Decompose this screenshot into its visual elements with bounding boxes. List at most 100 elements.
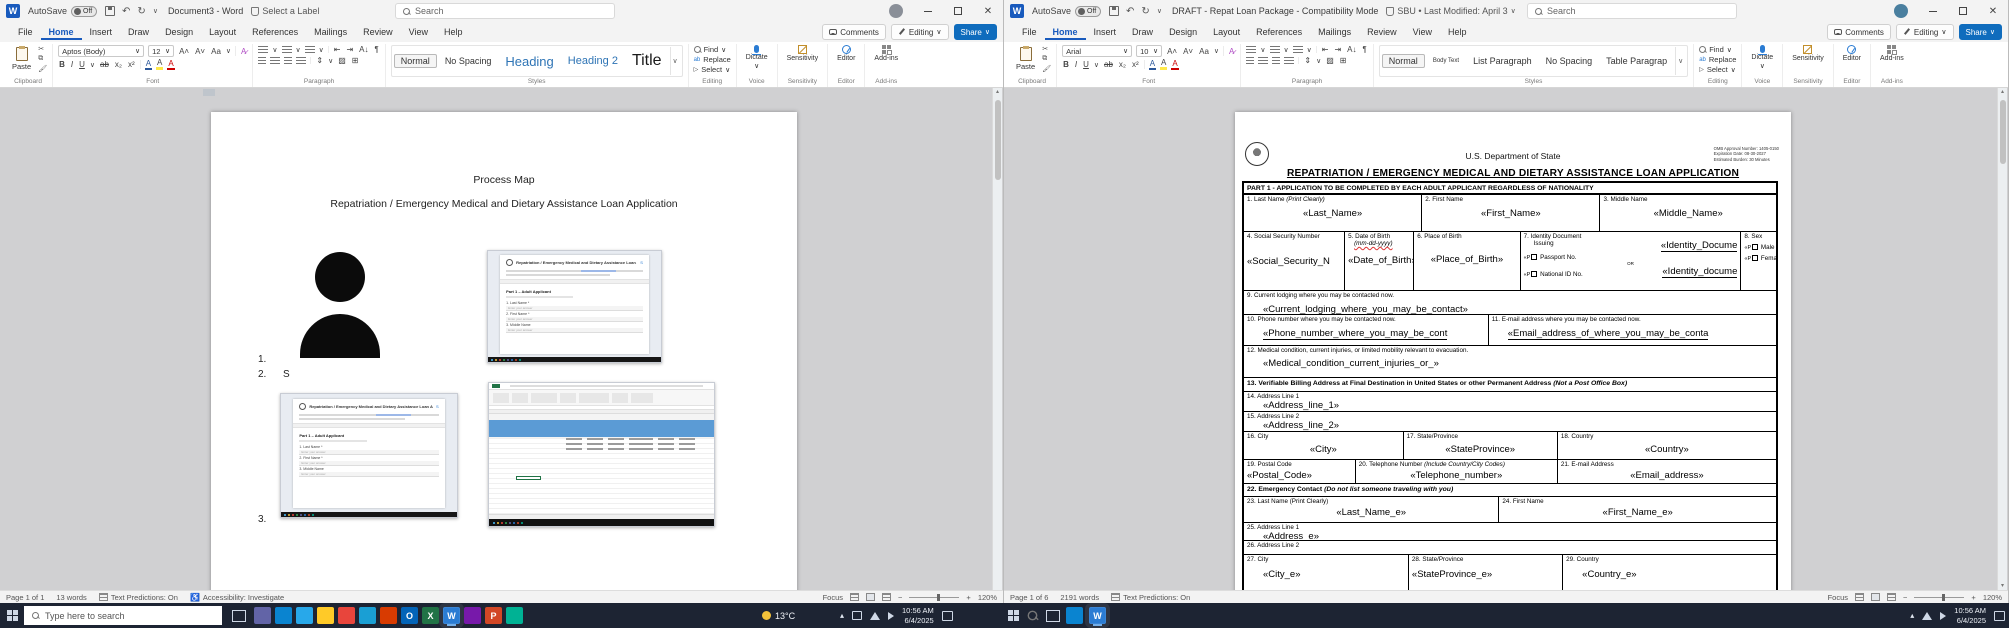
style-item[interactable]: Normal [1382,54,1425,68]
align-right-icon[interactable] [284,57,292,65]
show-marks-icon[interactable]: ¶ [1362,45,1368,54]
title-search-box[interactable]: Search [395,3,615,19]
highlight-color-icon[interactable]: A [156,59,163,70]
taskbar-app-icon[interactable]: X [422,607,439,624]
addins-button[interactable]: Add-ins [870,45,902,62]
editor-button[interactable]: Editor [1839,45,1865,62]
bold-button[interactable]: B [58,60,66,69]
taskbar-app-icon[interactable]: P [485,607,502,624]
find-button[interactable]: Find∨ [1699,45,1736,54]
taskbar-app-icon[interactable]: W [443,607,460,624]
multilevel-list-icon[interactable] [1293,46,1303,54]
tray-expand-icon[interactable]: ▴ [1910,611,1914,620]
align-center-icon[interactable] [1258,57,1268,65]
style-item[interactable]: Heading 2 [562,54,624,68]
close-button[interactable]: ✕ [973,0,1003,22]
ribbon-tab[interactable]: Draw [1124,24,1161,40]
taskbar-app-icon[interactable] [506,607,523,624]
shrink-font-icon[interactable]: A˅ [1182,47,1194,56]
ribbon-tab[interactable]: Home [1045,24,1086,40]
font-color-icon[interactable]: A [1171,60,1178,70]
zoom-in-icon[interactable]: + [1971,593,1975,602]
scrollbar-thumb[interactable] [995,100,1001,180]
action-center-icon[interactable] [942,611,953,621]
redo-icon[interactable]: ↻ [137,6,145,17]
paste-button[interactable]: Paste [1013,47,1038,71]
taskbar-app-icon[interactable] [359,607,376,624]
text-effects-icon[interactable]: A [145,60,152,70]
style-item[interactable]: Title [626,51,668,71]
shading-icon[interactable]: ▨ [1325,56,1335,65]
decrease-indent-icon[interactable]: ⇤ [333,45,342,54]
decrease-indent-icon[interactable]: ⇤ [1321,45,1330,54]
ribbon-tab[interactable]: References [1248,24,1310,40]
font-size-combo[interactable]: 10∨ [1136,45,1162,57]
taskbar-app-icon[interactable] [254,607,271,624]
zoom-in-icon[interactable]: + [966,593,970,602]
qat-customize-icon[interactable]: ∨ [153,7,158,15]
ribbon-tab[interactable]: Help [1440,24,1475,40]
font-name-combo[interactable]: Aptos (Body)∨ [58,45,144,57]
female-checkbox[interactable] [1752,255,1758,261]
task-view-icon[interactable] [1046,610,1060,622]
redo-icon[interactable]: ↻ [1141,6,1149,17]
start-button[interactable] [1008,610,1019,621]
sensitivity-button[interactable]: Sensitivity [783,45,823,62]
clock-right[interactable]: 10:56 AM6/4/2025 [1954,606,1986,625]
volume-icon[interactable] [888,612,894,620]
taskbar-app-icon[interactable] [317,607,334,624]
page-indicator[interactable]: Page 1 of 1 [6,593,44,602]
bold-button[interactable]: B [1062,60,1070,69]
comments-button[interactable]: Comments [822,24,886,40]
print-layout-icon[interactable] [1871,593,1880,601]
styles-more-icon[interactable]: ∨ [1675,47,1685,75]
taskbar-search[interactable]: Type here to search [24,606,222,625]
page-indicator[interactable]: Page 1 of 6 [1010,593,1048,602]
form-screenshot-image-1[interactable]: Repatriation / Emergency Medical and Die… [487,250,662,363]
start-button[interactable] [0,603,24,628]
clear-format-icon[interactable]: A̷ [1228,47,1235,56]
national-id-checkbox[interactable] [1531,271,1537,277]
subscript-button[interactable]: x₂ [1118,60,1127,69]
change-case-icon[interactable]: Aa [1198,47,1210,56]
line-spacing-icon[interactable]: ⇕ [1303,56,1312,65]
taskbar-app-icon[interactable] [296,607,313,624]
ribbon-tab[interactable]: Design [157,24,201,40]
autosave-toggle[interactable]: AutoSave Off [1032,6,1101,17]
superscript-button[interactable]: x² [1131,60,1140,69]
scroll-down-icon[interactable]: ▾ [2001,582,2004,589]
share-button[interactable]: Share∨ [1959,24,2002,40]
page-left[interactable]: Process Map Repatriation / Emergency Med… [211,112,797,590]
undo-icon[interactable]: ↶ [1126,6,1134,17]
focus-button[interactable]: Focus [823,593,843,602]
ribbon-tab[interactable]: File [1014,24,1045,40]
ribbon-tab[interactable]: Mailings [1310,24,1359,40]
paste-button[interactable]: Paste [9,47,34,71]
replace-button[interactable]: abReplace [1699,55,1736,64]
style-item[interactable]: Heading [499,53,559,70]
style-item[interactable]: Body Text [1427,57,1465,65]
align-right-icon[interactable] [1272,57,1280,65]
sort-icon[interactable]: A↓ [358,45,369,54]
highlight-color-icon[interactable]: A [1160,59,1167,70]
cut-icon[interactable]: ✂ [38,45,47,53]
addins-button[interactable]: Add-ins [1876,45,1908,62]
autosave-toggle[interactable]: AutoSave Off [28,6,97,17]
text-predictions[interactable]: Text Predictions: On [1111,593,1190,602]
account-avatar[interactable] [889,4,903,18]
network-icon[interactable] [1922,612,1932,620]
scrollbar-thumb[interactable] [2000,100,2006,164]
align-left-icon[interactable] [1246,57,1254,65]
select-button[interactable]: ▷Select∨ [1699,65,1736,74]
style-item[interactable]: Normal [394,54,437,68]
ribbon-tab[interactable]: View [401,24,436,40]
vertical-scrollbar[interactable]: ▴ [992,88,1002,590]
taskbar-app-icon[interactable] [1066,607,1083,624]
bullets-icon[interactable] [258,46,268,54]
ribbon-tab[interactable]: Review [1359,24,1405,40]
numbering-icon[interactable] [1270,46,1280,54]
comments-button[interactable]: Comments [1827,24,1891,40]
dictate-button[interactable]: Dictate∨ [1747,45,1777,70]
taskbar-app-icon[interactable] [380,607,397,624]
borders-icon[interactable]: ⊞ [1339,56,1348,65]
